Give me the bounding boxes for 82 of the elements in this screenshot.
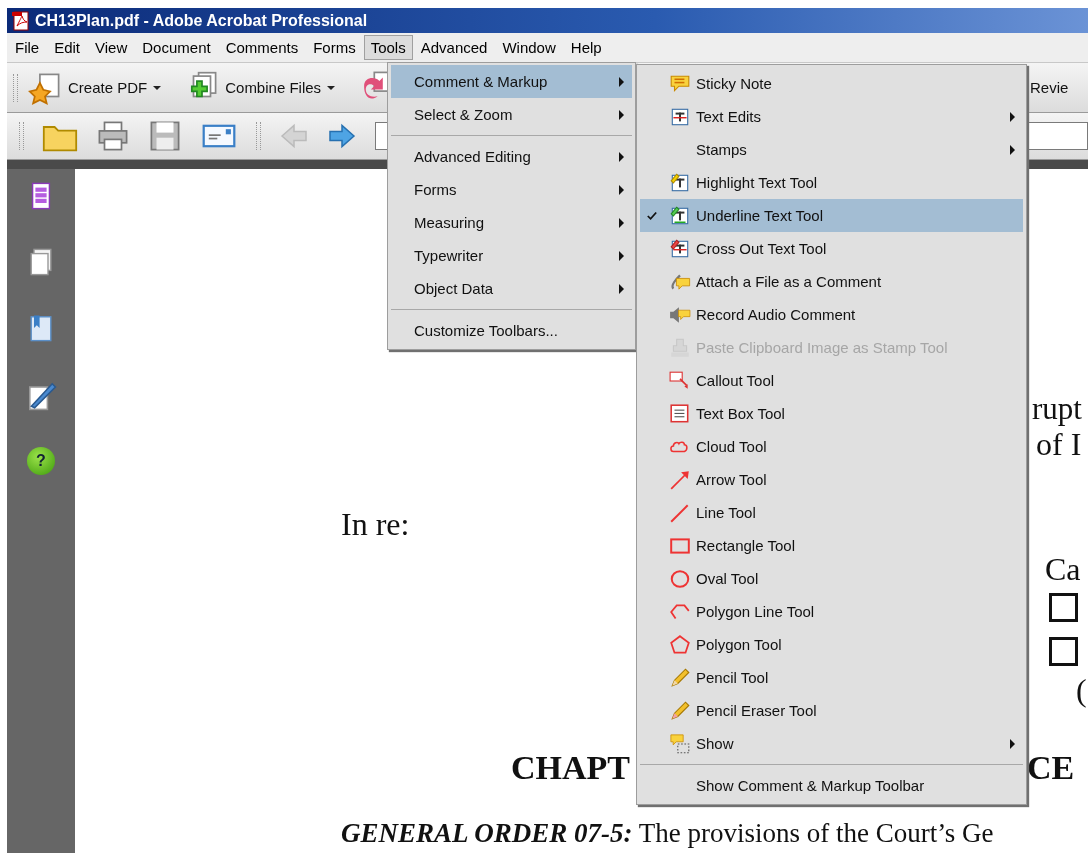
callout-icon — [669, 369, 691, 392]
oval-icon — [669, 567, 691, 590]
menu-item[interactable]: Cloud Tool — [640, 430, 1023, 463]
pdf-file-icon — [11, 10, 31, 31]
menu-bar-item[interactable]: Comments — [218, 35, 306, 60]
menu-item[interactable]: Cross Out Text Tool — [640, 232, 1023, 265]
menu-item[interactable]: Sticky Note — [640, 67, 1023, 100]
submenu-arrow-icon — [1010, 144, 1015, 155]
document-text: CHAPT — [511, 749, 630, 787]
submenu-arrow-icon — [619, 151, 624, 162]
document-text: of I — [1036, 427, 1082, 463]
submenu-arrow-icon — [619, 109, 624, 120]
menu-item[interactable]: Typewriter — [391, 239, 632, 272]
submenu-arrow-icon — [619, 283, 624, 294]
menu-bar-item[interactable]: File — [8, 35, 47, 60]
back-arrow-icon — [279, 121, 309, 151]
submenu-arrow-icon — [619, 76, 624, 87]
menu-item[interactable]: Polygon Line Tool — [640, 595, 1023, 628]
cross-out-icon — [669, 237, 691, 260]
document-text: In re: — [341, 507, 410, 543]
menu-bar-item[interactable]: Advanced — [413, 35, 495, 60]
menu-bar-item[interactable]: Window — [495, 35, 563, 60]
menu-item[interactable]: Object Data — [391, 272, 632, 305]
pentagon-icon — [669, 633, 691, 656]
help-button[interactable]: ? — [27, 447, 55, 475]
underline-icon — [669, 204, 691, 227]
save-icon — [148, 119, 182, 153]
menu-item[interactable]: Pencil Tool — [640, 661, 1023, 694]
menu-item[interactable]: Rectangle Tool — [640, 529, 1023, 562]
comment-bubble-icon — [669, 732, 691, 755]
eraser-icon — [669, 699, 691, 722]
printer-icon — [96, 119, 130, 153]
menu-bar-item[interactable]: View — [88, 35, 135, 60]
window-title: CH13Plan.pdf - Adobe Acrobat Professional — [35, 11, 368, 30]
review-button[interactable]: Revie — [1030, 79, 1088, 96]
submenu-arrow-icon — [1010, 111, 1015, 122]
menu-item[interactable]: Attach a File as a Comment — [640, 265, 1023, 298]
menu-bar-item[interactable]: Edit — [47, 35, 88, 60]
menu-item[interactable]: Select & Zoom — [391, 98, 632, 131]
text-box-icon — [669, 402, 691, 425]
menu-bar-item[interactable]: Document — [135, 35, 218, 60]
document-text: CE — [1027, 749, 1075, 787]
menu-item[interactable]: Text Edits — [640, 100, 1023, 133]
menu-item[interactable]: Highlight Text Tool — [640, 166, 1023, 199]
menu-item[interactable]: Forms — [391, 173, 632, 206]
menu-item[interactable]: Line Tool — [640, 496, 1023, 529]
menu-item[interactable]: Underline Text Tool — [640, 199, 1023, 232]
pencil-icon — [669, 666, 691, 689]
document-text: rupt — [1032, 392, 1082, 427]
menu-item[interactable]: Pencil Eraser Tool — [640, 694, 1023, 727]
menu-item[interactable]: Advanced Editing — [391, 140, 632, 173]
menu-item[interactable]: Arrow Tool — [640, 463, 1023, 496]
menu-item[interactable]: Stamps — [640, 133, 1023, 166]
document-text: GENERAL ORDER 07-5: The provisions of the Court’s Ge — [341, 819, 994, 849]
menu-item[interactable]: Record Audio Comment — [640, 298, 1023, 331]
menu-item[interactable]: Customize Toolbars... — [391, 314, 632, 347]
menu-item[interactable]: Show — [640, 727, 1023, 760]
highlight-icon — [669, 171, 691, 194]
submenu-arrow-icon — [619, 217, 624, 228]
menu-bar-item[interactable]: Tools — [363, 35, 413, 60]
caret-icon — [327, 85, 336, 90]
submenu-arrow-icon — [619, 250, 624, 261]
menu-item[interactable]: Comment & Markup — [391, 65, 632, 98]
forward-arrow-icon — [327, 121, 357, 151]
menu-item[interactable]: Oval Tool — [640, 562, 1023, 595]
stamp-icon — [669, 336, 691, 359]
menu-item[interactable]: Polygon Tool — [640, 628, 1023, 661]
menu-item[interactable]: Measuring — [391, 206, 632, 239]
arrow-icon — [669, 468, 691, 491]
submenu-arrow-icon — [619, 184, 624, 195]
combine-files-button[interactable]: Combine Files — [185, 70, 336, 105]
menu-item[interactable]: Text Box Tool — [640, 397, 1023, 430]
submenu-arrow-icon — [1010, 738, 1015, 749]
menu-item[interactable]: Show Comment & Markup Toolbar — [640, 769, 1023, 802]
document-text: Ca — [1045, 552, 1081, 588]
menu-bar-item[interactable]: Forms — [306, 35, 363, 60]
menu-bar-item[interactable]: Help — [563, 35, 609, 60]
menu-item[interactable]: Callout Tool — [640, 364, 1023, 397]
create-pdf-button[interactable]: Create PDF — [28, 70, 162, 105]
caret-icon — [153, 85, 162, 90]
document-text: ( — [1076, 673, 1087, 709]
zoom-field[interactable] — [1026, 122, 1088, 150]
